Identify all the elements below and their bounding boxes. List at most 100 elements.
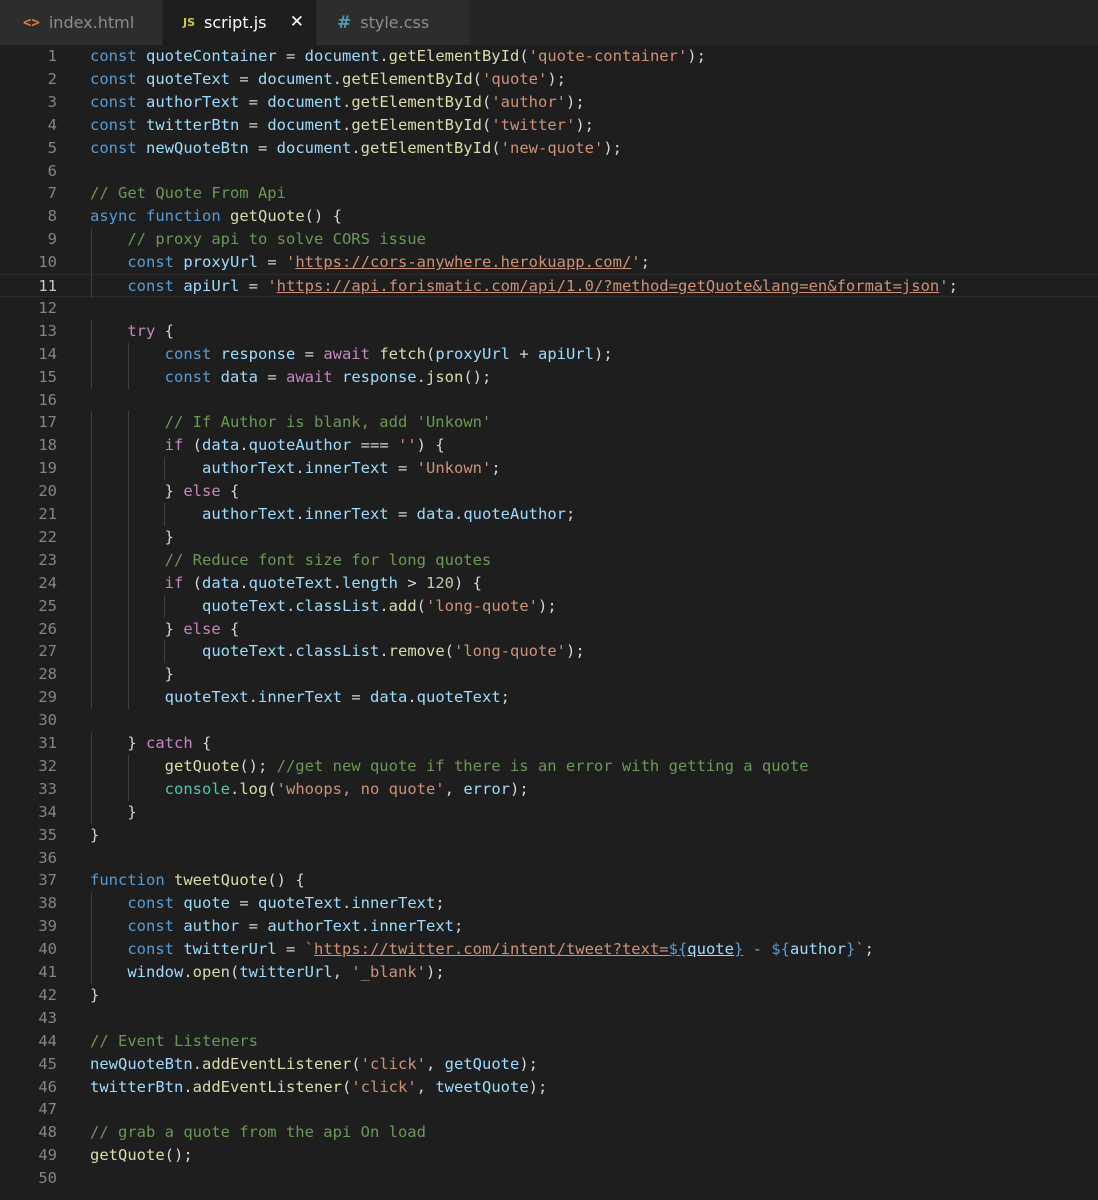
line-number: 39 <box>38 917 57 936</box>
code-line[interactable]: 38 const quote = quoteText.innerText; <box>0 892 1098 916</box>
code-text: try { <box>127 321 174 340</box>
code-line[interactable]: 21 authorText.innerText = data.quoteAuth… <box>0 503 1098 526</box>
code-line[interactable]: 3 const authorText = document.getElementB… <box>0 91 1098 114</box>
code-line[interactable]: 40 const twitterUrl = `https://twitter.c… <box>0 938 1098 962</box>
code-text: if (data.quoteAuthor === '') { <box>164 436 445 455</box>
code-line[interactable]: 16 <box>0 389 1098 412</box>
code-line[interactable]: 47 <box>0 1098 1098 1121</box>
code-line[interactable]: 46 twitterBtn.addEventListener('click', t… <box>0 1076 1098 1099</box>
html-file-icon: <> <box>23 14 40 31</box>
code-text: console.log('whoops, no quote', error); <box>164 779 529 798</box>
code-text: authorText.innerText = 'Unkown'; <box>201 459 501 478</box>
line-number: 35 <box>38 825 57 844</box>
tab-index-html[interactable]: <> index.html <box>0 0 163 45</box>
code-line[interactable]: 10 const proxyUrl = 'https://cors-anywhe… <box>0 251 1098 275</box>
code-text: } else { <box>90 619 240 638</box>
close-icon[interactable]: ✕ <box>290 12 304 32</box>
line-number: 27 <box>38 642 57 661</box>
css-file-icon: # <box>337 12 352 33</box>
code-line[interactable]: 18 if (data.quoteAuthor === '') { <box>0 434 1098 458</box>
code-line[interactable]: 39 const author = authorText.innerText; <box>0 915 1098 939</box>
code-line[interactable]: 27 quoteText.classList.remove('long-quot… <box>0 640 1098 664</box>
code-text: quoteText.classList.add('long-quote'); <box>201 596 557 615</box>
code-line[interactable]: 11 const apiUrl = 'https://api.forismati… <box>0 274 1098 298</box>
line-number: 22 <box>38 527 57 546</box>
code-line[interactable]: 43 <box>0 1007 1098 1030</box>
code-line[interactable]: 32 getQuote(); //get new quote if there … <box>0 754 1098 778</box>
code-line[interactable]: 5 const newQuoteBtn = document.getElement… <box>0 137 1098 160</box>
code-line[interactable]: 26 } else { <box>0 617 1098 641</box>
code-line[interactable]: 14 const response = await fetch(proxyUrl… <box>0 342 1098 366</box>
code-line[interactable]: 31 } catch { <box>0 732 1098 755</box>
code-line[interactable]: 9 // proxy api to solve CORS issue <box>0 228 1098 252</box>
line-number: 6 <box>47 161 57 180</box>
code-line[interactable]: 1 const quoteContainer = document.getElem… <box>0 45 1098 68</box>
tab-label: index.html <box>48 13 135 32</box>
code-text: const twitterBtn = document.getElementBy… <box>90 115 594 134</box>
code-text: window.open(twitterUrl, '_blank'); <box>127 963 445 981</box>
code-text: quoteText.innerText = data.quoteText; <box>164 688 511 707</box>
code-text: const quoteContainer = document.getEleme… <box>90 47 706 65</box>
code-line[interactable]: 37 function tweetQuote() { <box>0 869 1098 892</box>
code-line[interactable]: 42} <box>0 984 1098 1007</box>
code-line[interactable]: 45 newQuoteBtn.addEventListener('click', … <box>0 1053 1098 1076</box>
code-line[interactable]: 4 const twitterBtn = document.getElementB… <box>0 114 1098 137</box>
code-line[interactable]: 33 console.log('whoops, no quote', error… <box>0 777 1098 801</box>
code-text: } else { <box>90 482 240 501</box>
line-number: 7 <box>47 184 57 203</box>
code-line[interactable]: 20 } else { <box>0 480 1098 504</box>
code-line[interactable]: 24 if (data.quoteText.length > 120) { <box>0 571 1098 595</box>
code-line[interactable]: 41 window.open(twitterUrl, '_blank'); <box>0 961 1098 984</box>
line-number: 33 <box>38 779 57 798</box>
code-line[interactable]: 23 // Reduce font size for long quotes <box>0 548 1098 572</box>
code-line[interactable]: 28 } <box>0 663 1098 687</box>
code-text: } <box>90 802 137 821</box>
code-line[interactable]: 17 // If Author is blank, add 'Unkown' <box>0 411 1098 435</box>
code-text: const data = await response.json(); <box>164 367 492 386</box>
code-line[interactable]: 29 quoteText.innerText = data.quoteText; <box>0 686 1098 710</box>
code-text: const authorText = document.getElementBy… <box>90 92 585 111</box>
code-line[interactable]: 13 try { <box>0 319 1098 343</box>
line-number: 10 <box>38 253 57 272</box>
code-editor[interactable]: 1 const quoteContainer = document.getElem… <box>0 45 1098 1200</box>
code-line[interactable]: 19 authorText.innerText = 'Unkown'; <box>0 457 1098 481</box>
code-line[interactable]: 12 <box>0 297 1098 320</box>
code-line[interactable]: 8 async function getQuote() { <box>0 205 1098 228</box>
code-text: // Reduce font size for long quotes <box>164 550 492 569</box>
line-number: 23 <box>38 550 57 569</box>
code-line[interactable]: 25 quoteText.classList.add('long-quote')… <box>0 594 1098 618</box>
code-text: quoteText.classList.remove('long-quote')… <box>201 642 585 661</box>
code-text: getQuote(); //get new quote if there is … <box>164 756 809 775</box>
code-line[interactable]: 44 // Event Listeners <box>0 1030 1098 1053</box>
line-number: 50 <box>38 1169 57 1188</box>
line-number: 21 <box>38 505 57 523</box>
code-line[interactable]: 34 } <box>0 800 1098 824</box>
code-text: } <box>90 527 174 546</box>
code-text: authorText.innerText = data.quoteAuthor; <box>201 505 576 523</box>
code-line[interactable]: 2 const quoteText = document.getElementBy… <box>0 68 1098 91</box>
tab-label: script.js <box>204 13 267 32</box>
code-line[interactable]: 6 <box>0 160 1098 183</box>
tab-label: style.css <box>360 13 430 32</box>
line-number: 34 <box>38 802 57 821</box>
line-number: 49 <box>38 1146 57 1165</box>
line-number: 14 <box>38 344 57 363</box>
tab-style-css[interactable]: # style.css <box>317 0 471 45</box>
code-line[interactable]: 7 // Get Quote From Api <box>0 182 1098 205</box>
code-text: getQuote(); <box>90 1146 193 1165</box>
code-line[interactable]: 35} <box>0 824 1098 847</box>
line-number: 44 <box>38 1031 57 1050</box>
code-line[interactable]: 50 <box>0 1167 1098 1190</box>
code-line[interactable]: 49 getQuote(); <box>0 1144 1098 1167</box>
code-line[interactable]: 22 } <box>0 525 1098 549</box>
js-file-icon: JS <box>183 16 196 29</box>
line-number: 3 <box>47 92 57 111</box>
code-text: const apiUrl = 'https://api.forismatic.c… <box>127 277 958 295</box>
code-line[interactable]: 36 <box>0 847 1098 870</box>
code-text: } catch { <box>90 734 212 752</box>
code-text: // If Author is blank, add 'Unkown' <box>164 413 492 432</box>
tab-script-js[interactable]: JS script.js ✕ <box>163 0 317 45</box>
code-line[interactable]: 48 // grab a quote from the api On load <box>0 1121 1098 1144</box>
code-line[interactable]: 15 const data = await response.json(); <box>0 365 1098 389</box>
code-line[interactable]: 30 <box>0 709 1098 732</box>
